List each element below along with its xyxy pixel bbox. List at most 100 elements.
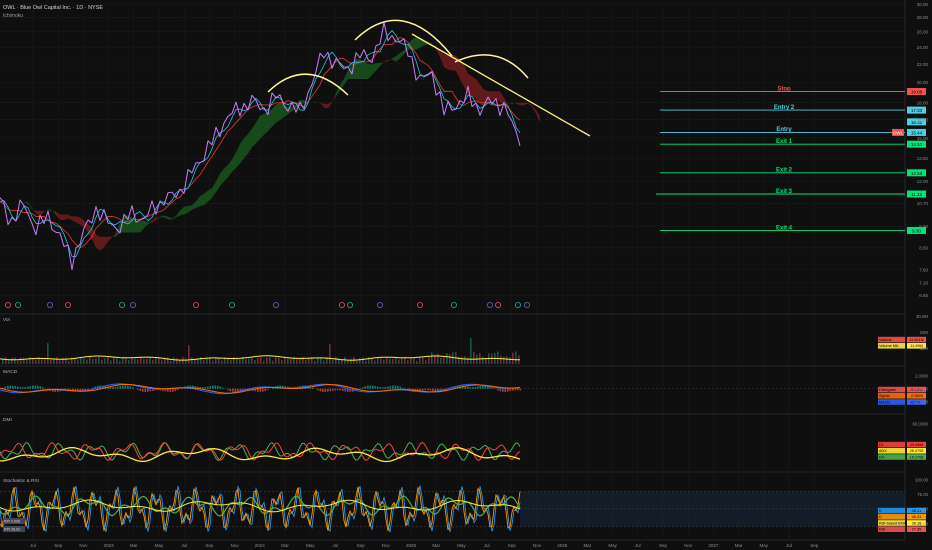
volume-bar bbox=[191, 357, 193, 364]
volume-bar bbox=[422, 357, 424, 364]
legend-name: DI- bbox=[879, 443, 885, 447]
cloud-segment bbox=[96, 234, 100, 251]
macd-histogram-bar bbox=[12, 385, 14, 389]
volume-bar bbox=[50, 359, 52, 364]
volume-bar bbox=[365, 360, 367, 364]
x-tick-label: Nov bbox=[79, 543, 88, 548]
x-tick-label: Jul bbox=[635, 543, 641, 548]
macd-histogram-bar bbox=[387, 386, 389, 389]
volume-bar bbox=[374, 360, 376, 364]
macd-histogram-bar bbox=[502, 388, 504, 392]
macd-histogram-bar bbox=[267, 388, 269, 390]
level-badge-value: 14.53 bbox=[911, 142, 923, 147]
x-tick-label: May bbox=[155, 543, 164, 548]
volume-bar bbox=[80, 357, 82, 364]
volume-bar bbox=[41, 358, 43, 364]
volume-bar bbox=[395, 357, 397, 364]
macd-histogram-bar bbox=[27, 386, 29, 389]
volume-bar bbox=[356, 360, 358, 364]
legend-name: MACD bbox=[879, 400, 890, 404]
macd-histogram-bar bbox=[422, 388, 424, 391]
macd-histogram-bar bbox=[362, 387, 364, 389]
volume-bar bbox=[221, 360, 223, 364]
volume-bar bbox=[113, 357, 115, 364]
x-tick-label: May bbox=[608, 543, 617, 548]
macd-histogram-bar bbox=[24, 387, 27, 389]
macd-histogram-bar bbox=[262, 388, 264, 392]
volume-bar bbox=[107, 357, 109, 364]
volume-bar bbox=[344, 357, 346, 364]
y-tick-label: 8.50 bbox=[919, 246, 928, 251]
volume-bar bbox=[461, 356, 463, 364]
macd-histogram-bar bbox=[114, 387, 117, 389]
legend-value: 33.3498 bbox=[910, 443, 924, 447]
y-tick-label: 9.50 bbox=[919, 224, 928, 229]
macd-histogram-bar bbox=[322, 388, 324, 392]
legend-value: 40.31 bbox=[912, 515, 922, 519]
macd-histogram-bar bbox=[32, 385, 34, 389]
macd-histogram-bar bbox=[512, 388, 514, 391]
legend-chip bbox=[878, 514, 905, 520]
macd-histogram-bar bbox=[117, 386, 119, 389]
x-tick-label: May bbox=[760, 543, 769, 548]
volume-bar bbox=[176, 357, 178, 364]
macd-histogram-bar bbox=[377, 386, 379, 389]
x-tick-label: Sep bbox=[205, 543, 214, 548]
volume-bar bbox=[437, 353, 439, 364]
volume-bar bbox=[14, 357, 16, 364]
macd-histogram-bar bbox=[119, 386, 122, 389]
volume-bar bbox=[263, 360, 265, 364]
volume-bar bbox=[446, 353, 448, 364]
level-badge-value: 15.44 bbox=[911, 130, 923, 135]
x-tick-label: Nov bbox=[382, 543, 391, 548]
x-tick-label: Nov bbox=[231, 543, 240, 548]
macd-histogram-bar bbox=[234, 388, 237, 392]
volume-bar bbox=[212, 360, 214, 364]
volume-bar bbox=[254, 359, 256, 364]
volume-bar bbox=[425, 360, 427, 364]
cloud-segment bbox=[444, 54, 448, 70]
macd-histogram-bar bbox=[122, 385, 124, 389]
macd-histogram-bar bbox=[204, 387, 207, 389]
y-tick-label: 7.60 bbox=[919, 267, 928, 272]
volume-bar bbox=[98, 357, 100, 364]
level-label: Entry 2 bbox=[774, 105, 795, 111]
chart-canvas[interactable]: Stop 19.08Entry 2 17.3316.31Entry 15.44OWLE… bbox=[0, 0, 932, 550]
macd-histogram-bar bbox=[259, 388, 262, 392]
level-badge-value: 19.08 bbox=[911, 90, 923, 95]
y-tick-label: 25.00 bbox=[917, 521, 928, 526]
volume-bar bbox=[149, 357, 151, 364]
volume-bar bbox=[497, 351, 499, 364]
volume-bar bbox=[152, 359, 154, 364]
macd-histogram-bar bbox=[332, 388, 334, 391]
volume-bar bbox=[83, 358, 85, 364]
panel-title: MACD bbox=[3, 369, 18, 375]
volume-bar bbox=[194, 359, 196, 364]
macd-histogram-bar bbox=[517, 388, 519, 391]
macd-histogram-bar bbox=[227, 388, 229, 391]
volume-bar bbox=[251, 357, 253, 364]
panel-title: Vol bbox=[3, 317, 10, 323]
cloud-segment bbox=[60, 214, 64, 221]
volume-bar bbox=[26, 360, 28, 364]
macd-histogram-bar bbox=[424, 388, 427, 391]
macd-histogram-bar bbox=[364, 386, 367, 389]
macd-histogram-bar bbox=[499, 388, 502, 392]
volume-bar bbox=[185, 358, 187, 364]
level-badge-value: 17.33 bbox=[911, 108, 923, 113]
legend-value: -0.5605 bbox=[910, 394, 923, 398]
volume-bar bbox=[416, 360, 418, 364]
y-tick-label: 10M bbox=[920, 346, 929, 351]
x-tick-label: Nov bbox=[533, 543, 542, 548]
volume-bar bbox=[299, 358, 301, 364]
x-tick-label: Mar bbox=[735, 543, 743, 548]
macd-histogram-bar bbox=[7, 385, 9, 389]
volume-bar bbox=[296, 359, 298, 364]
volume-bar bbox=[419, 357, 421, 364]
legend-value: 14.851M bbox=[909, 338, 924, 342]
volume-bar bbox=[188, 345, 190, 364]
volume-bar bbox=[413, 357, 415, 364]
macd-histogram-bar bbox=[257, 388, 259, 392]
volume-bar bbox=[440, 357, 442, 364]
cloud-segment bbox=[416, 37, 420, 50]
